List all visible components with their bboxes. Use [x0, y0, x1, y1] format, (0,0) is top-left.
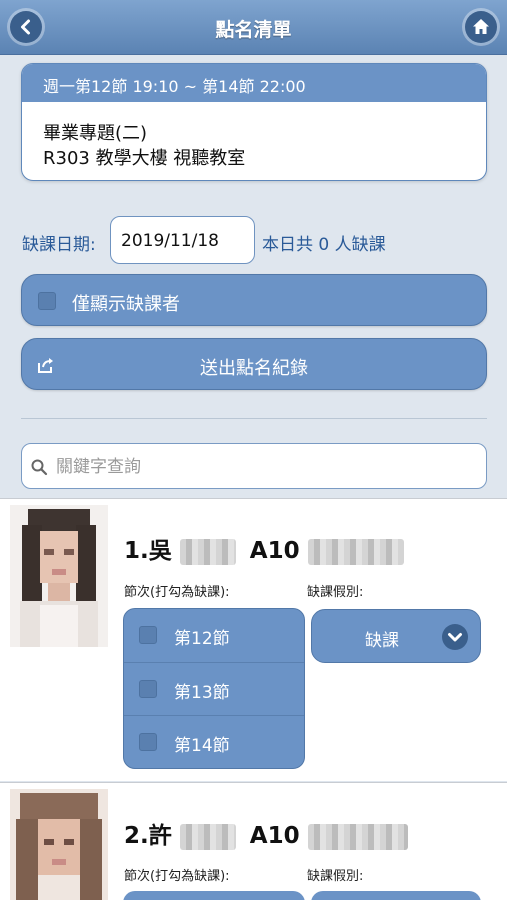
absence-summary: 本日共 0 人缺課	[262, 235, 386, 255]
checkbox[interactable]	[139, 733, 157, 752]
checkbox[interactable]	[139, 679, 157, 698]
period-label: 第14節	[174, 736, 230, 757]
only-absent-label: 僅顯示缺課者	[72, 294, 180, 315]
search-icon	[31, 459, 48, 476]
absence-type-value: 缺課	[365, 631, 399, 651]
search-input[interactable]	[56, 453, 476, 481]
redacted-name	[179, 823, 236, 850]
student-id-prefix: A10	[249, 538, 300, 564]
search-box[interactable]	[21, 443, 487, 489]
student-card: 2.許 A10 節次(打勾為缺課): 缺課假別:	[0, 782, 507, 900]
course-room: R303 教學大樓 視聽教室	[43, 148, 246, 169]
student-card: 1.吳 A10 節次(打勾為缺課): 缺課假別: 第12節 第13節 第14節 …	[0, 498, 507, 781]
period-checklist	[123, 891, 305, 900]
student-id-prefix: A10	[249, 823, 300, 849]
period-option[interactable]: 第12節	[124, 609, 304, 663]
period-label: 第12節	[174, 629, 230, 649]
periods-label: 節次(打勾為缺課):	[124, 585, 230, 600]
divider	[21, 418, 487, 419]
period-label: 第13節	[174, 682, 230, 703]
absence-date-field[interactable]: 2019/11/18	[110, 216, 255, 264]
home-button[interactable]	[465, 11, 497, 43]
page-title: 點名清單	[215, 19, 292, 41]
redacted-id	[307, 538, 404, 565]
redacted-name	[179, 538, 236, 565]
student-photo	[10, 505, 108, 647]
checkbox[interactable]	[139, 626, 157, 644]
period-option[interactable]: 第14節	[124, 716, 304, 768]
student-name: 2.許	[124, 823, 172, 849]
course-info-card: 週一第12節 19:10 ~ 第14節 22:00 畢業專題(二) R303 教…	[21, 63, 487, 181]
absence-type-label: 缺課假別:	[307, 869, 364, 884]
student-name-row: 2.許 A10	[124, 816, 408, 850]
absence-date-label: 缺課日期:	[22, 235, 96, 255]
home-icon	[473, 19, 489, 34]
send-attendance-button[interactable]: 送出點名紀錄	[21, 338, 487, 390]
absence-type-label: 缺課假別:	[307, 585, 364, 600]
course-name: 畢業專題(二)	[43, 123, 148, 144]
redacted-id	[307, 823, 408, 850]
period-option[interactable]: 第13節	[124, 663, 304, 717]
send-attendance-label: 送出點名紀錄	[200, 358, 308, 379]
periods-label: 節次(打勾為缺課):	[124, 869, 230, 884]
period-checklist: 第12節 第13節 第14節	[123, 608, 305, 769]
chevron-down-icon	[442, 624, 468, 650]
student-name: 1.吳	[124, 538, 172, 564]
course-schedule: 週一第12節 19:10 ~ 第14節 22:00	[22, 64, 486, 102]
absence-type-select[interactable]	[311, 891, 481, 900]
checkbox[interactable]	[38, 292, 56, 310]
only-absent-toggle[interactable]: 僅顯示缺課者	[21, 274, 487, 326]
student-photo	[10, 789, 108, 900]
header-bar: 點名清單	[0, 0, 507, 55]
student-name-row: 1.吳 A10	[124, 531, 404, 565]
absence-type-select[interactable]: 缺課	[311, 609, 481, 663]
